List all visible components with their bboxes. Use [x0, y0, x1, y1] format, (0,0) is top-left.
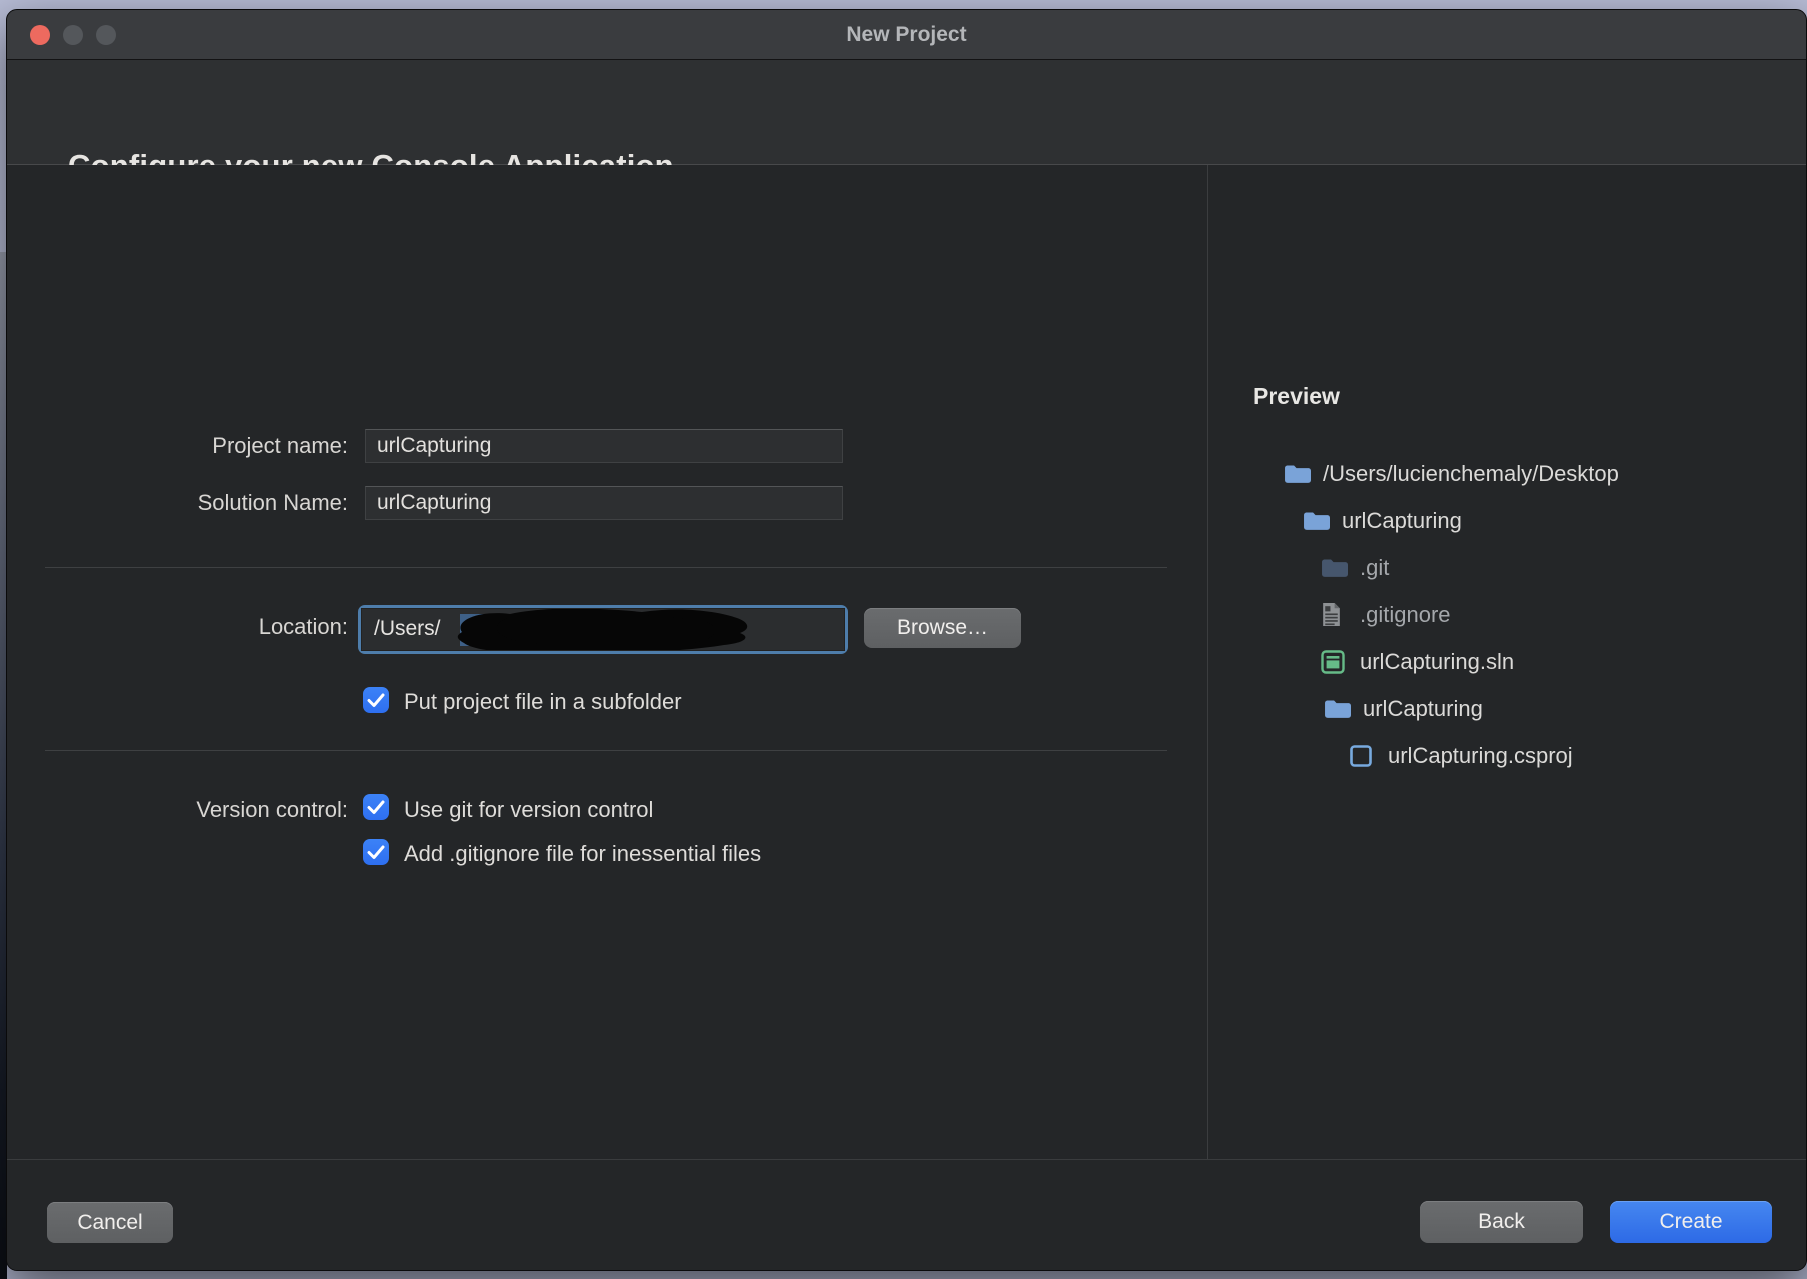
gitignore-checkbox[interactable] — [363, 839, 389, 865]
folder-icon — [1284, 462, 1311, 486]
subfolder-checkbox-label: Put project file in a subfolder — [404, 689, 682, 715]
tree-item-label: .gitignore — [1360, 602, 1451, 628]
gitignore-checkbox-label: Add .gitignore file for inessential file… — [404, 841, 761, 867]
preview-panel: Preview /Users/lucienchemaly/Desktop url… — [1209, 165, 1806, 1159]
tree-item-label: urlCapturing — [1363, 696, 1483, 722]
text-file-icon — [1321, 603, 1348, 627]
location-input-inner: /Users/ top — [361, 608, 845, 651]
checkmark-icon — [363, 794, 389, 820]
use-git-checkbox[interactable] — [363, 794, 389, 820]
location-value-prefix: /Users/ — [374, 617, 441, 641]
location-input[interactable]: /Users/ top — [358, 605, 848, 654]
use-git-checkbox-label: Use git for version control — [404, 797, 653, 823]
new-project-dialog: New Project Configure your new Console A… — [6, 9, 1807, 1271]
tree-row: urlCapturing — [1209, 497, 1806, 544]
section-divider — [45, 567, 1167, 568]
tree-item-label: .git — [1360, 555, 1389, 581]
browse-button[interactable]: Browse… — [864, 608, 1021, 648]
tree-row: urlCapturing.sln — [1209, 638, 1806, 685]
solution-file-icon — [1321, 650, 1348, 674]
subfolder-checkbox[interactable] — [363, 687, 389, 713]
solution-name-label: Solution Name: — [107, 490, 348, 516]
back-button[interactable]: Back — [1420, 1201, 1583, 1243]
configuration-form-panel: Project name: urlCapturing Solution Name… — [7, 165, 1208, 1159]
csproj-file-icon — [1349, 744, 1376, 768]
tree-row: urlCapturing — [1209, 685, 1806, 732]
tree-item-label: /Users/lucienchemaly/Desktop — [1323, 461, 1619, 487]
tree-item-label: urlCapturing — [1342, 508, 1462, 534]
cancel-button[interactable]: Cancel — [47, 1202, 173, 1243]
checkmark-icon — [363, 839, 389, 865]
create-button[interactable]: Create — [1610, 1201, 1772, 1243]
folder-icon — [1324, 697, 1351, 721]
solution-name-input[interactable]: urlCapturing — [365, 486, 843, 520]
dialog-header: Configure your new Console Application — [7, 60, 1806, 165]
file-tree: /Users/lucienchemaly/Desktop urlCapturin… — [1209, 450, 1806, 779]
folder-icon — [1303, 509, 1330, 533]
redaction-scribble — [452, 608, 754, 651]
tree-row: /Users/lucienchemaly/Desktop — [1209, 450, 1806, 497]
section-divider — [45, 750, 1167, 751]
tree-row: urlCapturing.csproj — [1209, 732, 1806, 779]
tree-row: .git — [1209, 544, 1806, 591]
location-label: Location: — [107, 614, 348, 640]
dim-folder-icon — [1321, 556, 1348, 580]
tree-row: .gitignore — [1209, 591, 1806, 638]
checkmark-icon — [363, 687, 389, 713]
tree-item-label: urlCapturing.sln — [1360, 649, 1514, 675]
project-name-label: Project name: — [107, 433, 348, 459]
tree-item-label: urlCapturing.csproj — [1388, 743, 1573, 769]
title-bar: New Project — [7, 10, 1806, 60]
project-name-input[interactable]: urlCapturing — [365, 429, 843, 463]
dialog-footer: Cancel Back Create — [7, 1159, 1806, 1271]
preview-title: Preview — [1253, 383, 1340, 410]
window-title: New Project — [7, 23, 1806, 47]
version-control-label: Version control: — [107, 797, 348, 823]
dialog-content: Project name: urlCapturing Solution Name… — [7, 165, 1806, 1159]
